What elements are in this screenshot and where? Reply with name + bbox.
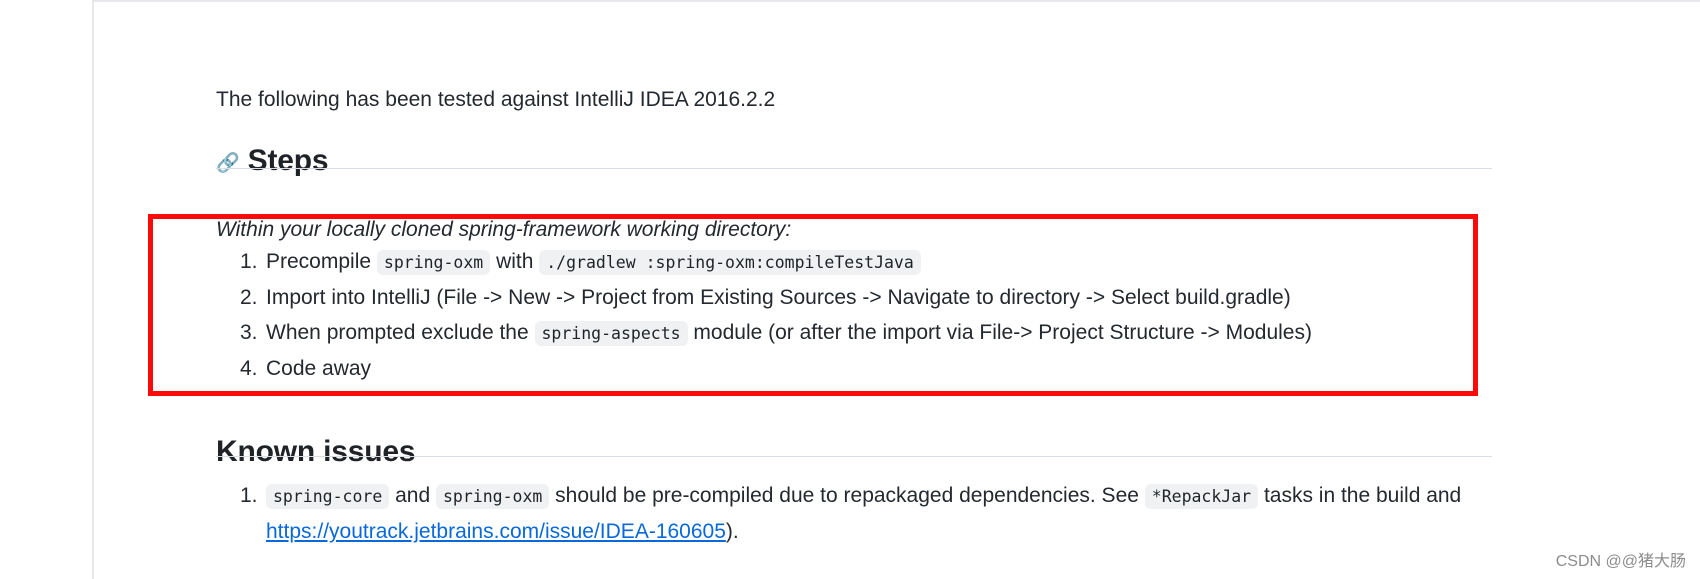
steps-heading-text: Steps bbox=[247, 143, 329, 177]
text-run: module (or after the import via File-> P… bbox=[687, 321, 1312, 344]
text-run: tasks in the build and bbox=[1258, 484, 1462, 507]
step-item-marker: 3. bbox=[240, 321, 258, 344]
step-item: 1. Precompile spring-oxm with ./gradlew :… bbox=[240, 244, 1490, 280]
page-left-border bbox=[92, 0, 94, 579]
text-run: and bbox=[389, 484, 436, 507]
text-run: should be pre-compiled due to repackaged… bbox=[549, 484, 1145, 507]
link-anchor-icon[interactable]: 🔗 bbox=[216, 151, 240, 175]
steps-heading: 🔗 Steps bbox=[216, 143, 329, 178]
inline-code: spring-oxm bbox=[436, 484, 550, 509]
inline-code: ./gradlew :spring-oxm:compileTestJava bbox=[539, 250, 921, 275]
known-issues-heading: Known issues bbox=[216, 434, 416, 468]
text-run: Code away bbox=[266, 357, 372, 380]
known-issue-item: 1. spring-core and spring-oxm should be p… bbox=[240, 478, 1490, 549]
article-content: The following has been tested against In… bbox=[216, 0, 1492, 579]
step-item: 2. Import into IntelliJ (File -> New -> P… bbox=[240, 280, 1490, 315]
inline-code: *RepackJar bbox=[1144, 484, 1259, 509]
known-issue-item-marker: 1. bbox=[240, 484, 258, 507]
steps-intro-italic: Within your locally cloned spring-framew… bbox=[216, 218, 792, 241]
step-item: 3. When prompted exclude the spring-aspec… bbox=[240, 315, 1490, 351]
inline-code: spring-core bbox=[266, 484, 390, 509]
step-item: 4. Code away bbox=[240, 351, 1490, 386]
known-issues-heading-divider bbox=[216, 456, 1492, 457]
text-run: with bbox=[490, 250, 540, 273]
intro-paragraph: The following has been tested against In… bbox=[216, 88, 776, 111]
inline-code: spring-oxm bbox=[376, 250, 491, 275]
step-item-marker: 4. bbox=[240, 357, 258, 380]
watermark: CSDN @@猪大肠 bbox=[1555, 553, 1686, 570]
text-run: When prompted exclude the bbox=[266, 321, 535, 344]
steps-heading-divider bbox=[216, 168, 1492, 169]
text-run: Precompile bbox=[266, 250, 377, 273]
step-item-marker: 2. bbox=[240, 286, 258, 309]
text-run: Import into IntelliJ (File -> New -> Pro… bbox=[266, 286, 1291, 309]
external-link[interactable]: https://youtrack.jetbrains.com/issue/IDE… bbox=[266, 520, 726, 543]
text-run: ). bbox=[725, 520, 739, 543]
step-item-marker: 1. bbox=[240, 250, 258, 273]
known-issues-list: 1. spring-core and spring-oxm should be p… bbox=[240, 478, 1490, 549]
steps-list: 1. Precompile spring-oxm with ./gradlew :… bbox=[240, 244, 1490, 386]
inline-code: spring-aspects bbox=[534, 321, 688, 346]
